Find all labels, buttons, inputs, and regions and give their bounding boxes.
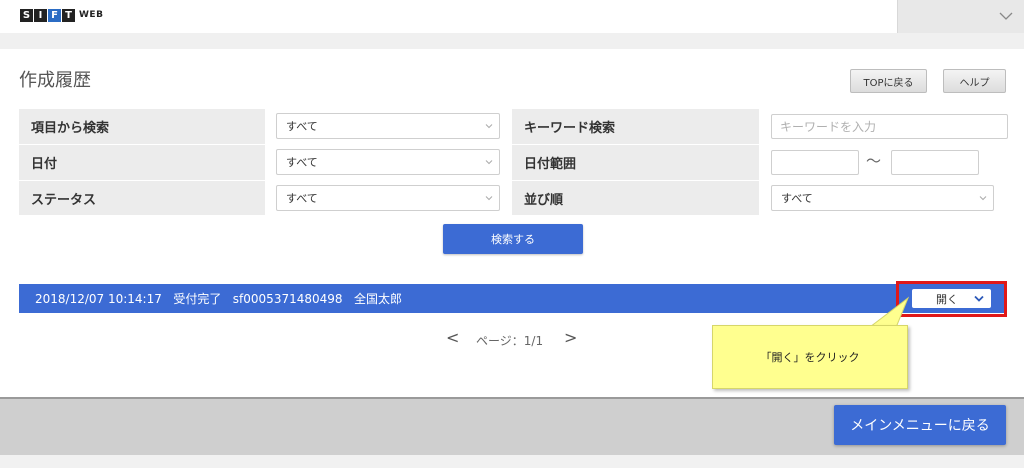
pager-text: ページ：1/1 xyxy=(476,334,544,348)
sort-order-select[interactable]: すべて xyxy=(771,185,994,211)
open-button-label: 開く xyxy=(936,292,958,306)
search-by-item-label: 項目から検索 xyxy=(19,109,265,144)
select-value: すべて xyxy=(286,192,318,205)
status-label: ステータス xyxy=(19,181,265,215)
callout-note: 「開く」をクリック xyxy=(712,325,908,389)
menu-toggle-button[interactable] xyxy=(897,0,1024,33)
logo-letter: F xyxy=(48,8,61,22)
select-value: すべて xyxy=(286,156,318,169)
search-by-item-select[interactable]: すべて xyxy=(276,113,500,139)
chevron-down-icon xyxy=(485,196,493,201)
select-value: すべて xyxy=(286,120,318,133)
date-range-to-input[interactable] xyxy=(891,150,979,175)
chevron-down-icon xyxy=(999,12,1013,20)
chevron-down-icon xyxy=(974,295,984,302)
main-menu-button[interactable]: メインメニューに戻る xyxy=(834,405,1006,445)
top-bar xyxy=(0,0,1024,33)
date-label: 日付 xyxy=(19,145,265,180)
result-status: 受付完了 xyxy=(173,292,222,306)
logo-letter: I xyxy=(34,8,47,22)
open-button[interactable]: 開く xyxy=(912,289,991,308)
result-id: sf0005371480498 xyxy=(232,292,343,306)
logo-letter: T xyxy=(62,8,75,22)
pager-prev-button[interactable]: < xyxy=(446,328,459,347)
result-datetime: 2018/12/07 10:14:17 xyxy=(35,292,162,306)
date-range-from-input[interactable] xyxy=(771,150,859,175)
header-divider-strip xyxy=(0,33,1024,49)
chevron-down-icon xyxy=(979,196,987,201)
top-button[interactable]: TOPに戻る xyxy=(850,69,927,93)
keyword-search-input[interactable]: キーワードを入力 xyxy=(771,114,1008,139)
sort-order-label: 並び順 xyxy=(512,181,759,215)
page-title: 作成履歴 xyxy=(19,70,91,91)
result-name: 全国太郎 xyxy=(353,292,402,306)
select-value: すべて xyxy=(781,192,813,205)
bottom-strip xyxy=(0,455,1024,468)
result-row-text: 2018/12/07 10:14:17 受付完了 sf0005371480498… xyxy=(35,290,402,307)
status-select[interactable]: すべて xyxy=(276,185,500,211)
date-select[interactable]: すべて xyxy=(276,149,500,175)
search-button[interactable]: 検索する xyxy=(443,224,583,254)
sift-web-logo[interactable]: S I F T WEB xyxy=(20,8,103,22)
logo-suffix: WEB xyxy=(79,10,104,20)
date-range-separator: ～ xyxy=(866,152,882,170)
chevron-down-icon xyxy=(485,124,493,129)
keyword-search-label: キーワード検索 xyxy=(512,109,759,144)
help-button[interactable]: ヘルプ xyxy=(943,69,1006,93)
date-range-label: 日付範囲 xyxy=(512,145,759,180)
pager-next-button[interactable]: > xyxy=(564,328,577,347)
chevron-down-icon xyxy=(485,160,493,165)
logo-letter: S xyxy=(20,8,33,22)
